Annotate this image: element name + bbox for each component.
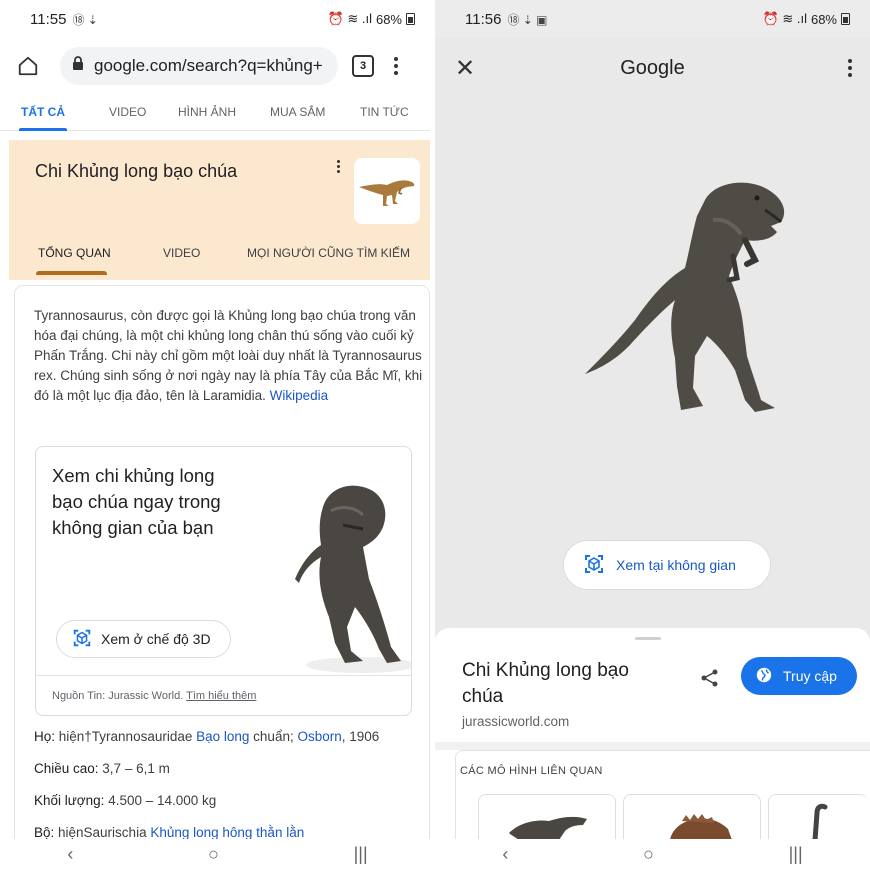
- fact-label: Khối lượng:: [34, 793, 105, 808]
- system-icons: ⏰ ≋ .ıl 68%: [328, 11, 415, 27]
- cube-3d-icon: [71, 627, 93, 652]
- visit-button-label: Truy cập: [783, 668, 837, 684]
- browser-toolbar: google.com/search?q=khủng+ 3: [0, 42, 435, 90]
- viewer-title: Google: [620, 56, 685, 79]
- tab-news[interactable]: TIN TỨC: [360, 93, 409, 131]
- tab-shopping[interactable]: MUA SẮM: [270, 93, 325, 131]
- fact-family: Họ: hiện†Tyrannosauridae Bạo long chuẩn;…: [34, 729, 379, 744]
- recents-nav-button[interactable]: |||: [354, 844, 368, 865]
- active-tab-indicator: [36, 271, 107, 275]
- status-time: 11:56: [465, 10, 502, 28]
- source-text: Nguồn Tin: Jurassic World.: [52, 690, 184, 702]
- view-in-space-label: Xem tại không gian: [616, 557, 736, 573]
- trex-model-image: [295, 485, 411, 673]
- fact-value: 3,7 – 6,1 m: [98, 761, 170, 776]
- globe-icon: [755, 666, 773, 687]
- wikipedia-link[interactable]: Wikipedia: [270, 388, 329, 403]
- viewer-header: ✕ Google: [435, 38, 870, 98]
- lock-icon: [72, 56, 84, 76]
- sheet-title: Chi Khủng long bạo chúa: [462, 660, 629, 707]
- fact-link[interactable]: Khủng long hông thằn lằn: [150, 825, 304, 840]
- status-bar: 11:56 ⑱ ⇣ ▣ ⏰ ≋ .ıl 68%: [435, 0, 870, 38]
- android-nav-bar: ‹ ○ |||: [0, 839, 435, 869]
- fact-value: 4.500 – 14.000 kg: [104, 793, 217, 808]
- share-icon[interactable]: [700, 668, 720, 693]
- view-in-space-button[interactable]: Xem tại không gian: [563, 540, 771, 590]
- sheet-source-site: jurassicworld.com: [462, 714, 570, 729]
- view-3d-label: Xem ở chế độ 3D: [101, 631, 211, 647]
- fact-order: Bộ: hiệnSaurischia Khủng long hông thằn …: [34, 825, 304, 840]
- ar-preview-card[interactable]: Xem chi khủng long bạo chúa ngay trong k…: [35, 446, 412, 716]
- fact-value: hiệnSaurischia: [54, 825, 151, 840]
- back-nav-button[interactable]: ‹: [502, 844, 508, 865]
- fact-mass: Khối lượng: 4.500 – 14.000 kg: [34, 793, 216, 808]
- notification-icons: ⑱ ⇣: [72, 12, 98, 27]
- dinosaur-thumbnail[interactable]: [354, 158, 420, 224]
- recents-nav-button[interactable]: |||: [789, 844, 803, 865]
- panel-menu-icon[interactable]: [337, 160, 340, 173]
- fact-link[interactable]: Bạo long: [196, 729, 249, 744]
- url-text: google.com/search?q=khủng+: [94, 56, 323, 75]
- signal-icons: ⏰ ≋ .ıl: [327, 11, 372, 26]
- tab-people-also-search[interactable]: MỌI NGƯỜI CŨNG TÌM KIẾM: [247, 246, 410, 260]
- signal-icons: ⏰ ≋ .ıl: [762, 11, 807, 26]
- tab-panel-video[interactable]: VIDEO: [163, 246, 200, 260]
- sheet-divider: [435, 742, 870, 750]
- cube-3d-icon: [582, 552, 606, 579]
- fact-label: Họ:: [34, 729, 56, 744]
- related-models-heading: CÁC MÔ HÌNH LIÊN QUAN: [460, 765, 603, 777]
- status-time: 11:55: [30, 10, 67, 28]
- related-model-tile[interactable]: [768, 794, 868, 839]
- fact-height: Chiều cao: 3,7 – 6,1 m: [34, 761, 170, 776]
- knowledge-panel-header: Chi Khủng long bạo chúa TỔNG QUAN VIDEO …: [9, 140, 430, 280]
- battery-icon: [841, 13, 850, 25]
- tab-all[interactable]: TẤT CẢ: [19, 93, 67, 131]
- battery-percent: 68%: [810, 11, 837, 27]
- home-nav-button[interactable]: ○: [643, 844, 654, 865]
- tab-video[interactable]: VIDEO: [109, 93, 146, 131]
- fact-label: Bộ:: [34, 825, 55, 840]
- description-text: Tyrannosaurus, còn được gọi là Khủng lon…: [34, 308, 423, 403]
- battery-percent: 68%: [375, 11, 402, 27]
- status-bar: 11:55 ⑱ ⇣ ⏰ ≋ .ıl 68%: [0, 0, 435, 38]
- tab-overview-label: TỔNG QUAN: [38, 246, 111, 260]
- sheet-drag-handle[interactable]: [635, 637, 661, 640]
- left-screen: 11:55 ⑱ ⇣ ⏰ ≋ .ıl 68% google.com/search?…: [0, 0, 435, 869]
- notification-icons: ⑱ ⇣ ▣: [507, 12, 548, 27]
- fact-value-rest: chuẩn;: [249, 729, 298, 744]
- back-nav-button[interactable]: ‹: [67, 844, 73, 865]
- learn-more-link[interactable]: Tìm hiểu thêm: [186, 690, 256, 702]
- related-model-tile[interactable]: [623, 794, 761, 839]
- tab-images[interactable]: HÌNH ẢNH: [178, 93, 236, 131]
- fact-value-year: , 1906: [341, 729, 380, 744]
- search-tabs: TẤT CẢ VIDEO HÌNH ẢNH MUA SẮM TIN TỨC: [0, 93, 435, 131]
- tab-switcher-button[interactable]: 3: [352, 55, 374, 77]
- system-icons: ⏰ ≋ .ıl 68%: [763, 11, 850, 27]
- fact-label: Chiều cao:: [34, 761, 99, 776]
- viewer-menu-icon[interactable]: [848, 59, 852, 77]
- visit-button[interactable]: Truy cập: [741, 657, 857, 695]
- overview-card: Tyrannosaurus, còn được gọi là Khủng lon…: [15, 286, 429, 846]
- browser-menu-icon[interactable]: [394, 57, 398, 75]
- ar-prompt-text: Xem chi khủng long bạo chúa ngay trong k…: [52, 465, 221, 538]
- fact-value: hiện†Tyrannosauridae: [55, 729, 197, 744]
- trex-3d-model[interactable]: [585, 160, 800, 430]
- view-3d-button[interactable]: Xem ở chế độ 3D: [56, 620, 231, 658]
- home-icon[interactable]: [14, 52, 42, 80]
- tab-overview[interactable]: TỔNG QUAN: [36, 246, 111, 275]
- knowledge-panel-title: Chi Khủng long bạo chúa: [35, 161, 238, 181]
- ar-source: Nguồn Tin: Jurassic World. Tìm hiểu thêm: [36, 675, 411, 715]
- fact-link-author[interactable]: Osborn: [297, 729, 341, 744]
- android-nav-bar: ‹ ○ |||: [435, 839, 870, 869]
- address-bar[interactable]: google.com/search?q=khủng+: [60, 47, 338, 85]
- battery-icon: [406, 13, 415, 25]
- description: Tyrannosaurus, còn được gọi là Khủng lon…: [34, 306, 424, 406]
- related-model-tile[interactable]: [478, 794, 616, 839]
- right-screen: 11:56 ⑱ ⇣ ▣ ⏰ ≋ .ıl 68% ✕ Google Xem tại…: [435, 0, 870, 869]
- home-nav-button[interactable]: ○: [208, 844, 219, 865]
- bottom-sheet: Chi Khủng long bạo chúa jurassicworld.co…: [435, 628, 870, 850]
